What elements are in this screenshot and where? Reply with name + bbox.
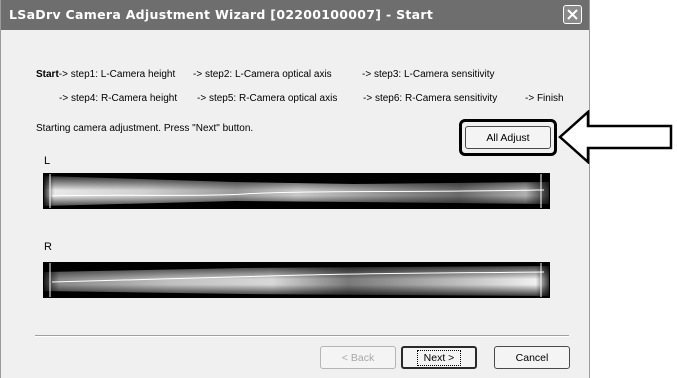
step-item: -> step2: L-Camera optical axis xyxy=(193,69,332,80)
camera-image-l xyxy=(43,173,550,209)
footer-separator xyxy=(35,335,569,337)
wizard-window: LSaDrv Camera Adjustment Wizard [0220010… xyxy=(0,0,590,378)
arrow-left-icon xyxy=(558,110,673,164)
back-label: < Back xyxy=(341,351,375,364)
next-button[interactable]: Next > xyxy=(401,346,477,369)
camera-image-r xyxy=(43,262,550,298)
all-adjust-label: All Adjust xyxy=(486,131,530,144)
close-icon xyxy=(567,9,578,20)
window-title: LSaDrv Camera Adjustment Wizard [0220010… xyxy=(9,7,434,22)
camera-label-l: L xyxy=(44,155,51,167)
steps-line-1: Start-> step1: L-Camera height xyxy=(36,69,175,80)
camera-image-l-graphic xyxy=(44,174,549,208)
all-adjust-button[interactable]: All Adjust xyxy=(465,126,551,149)
step-item: -> step1: L-Camera height xyxy=(58,69,176,80)
step-item: -> step5: R-Camera optical axis xyxy=(197,93,338,104)
close-button[interactable] xyxy=(563,5,582,24)
cancel-label: Cancel xyxy=(515,351,549,364)
status-message: Starting camera adjustment. Press "Next"… xyxy=(36,123,254,134)
camera-label-r: R xyxy=(44,241,52,253)
step-item: -> step4: R-Camera height xyxy=(59,93,178,104)
camera-image-r-graphic xyxy=(44,263,549,297)
step-item: -> step6: R-Camera sensitivity xyxy=(363,93,498,104)
step-item: -> Finish xyxy=(525,93,564,104)
cancel-button[interactable]: Cancel xyxy=(494,346,570,369)
next-label: Next > xyxy=(416,349,462,366)
step-item: -> step3: L-Camera sensitivity xyxy=(362,69,495,80)
title-bar: LSaDrv Camera Adjustment Wizard [0220010… xyxy=(1,0,589,30)
step-current: Start xyxy=(36,69,59,80)
back-button[interactable]: < Back xyxy=(320,346,396,369)
